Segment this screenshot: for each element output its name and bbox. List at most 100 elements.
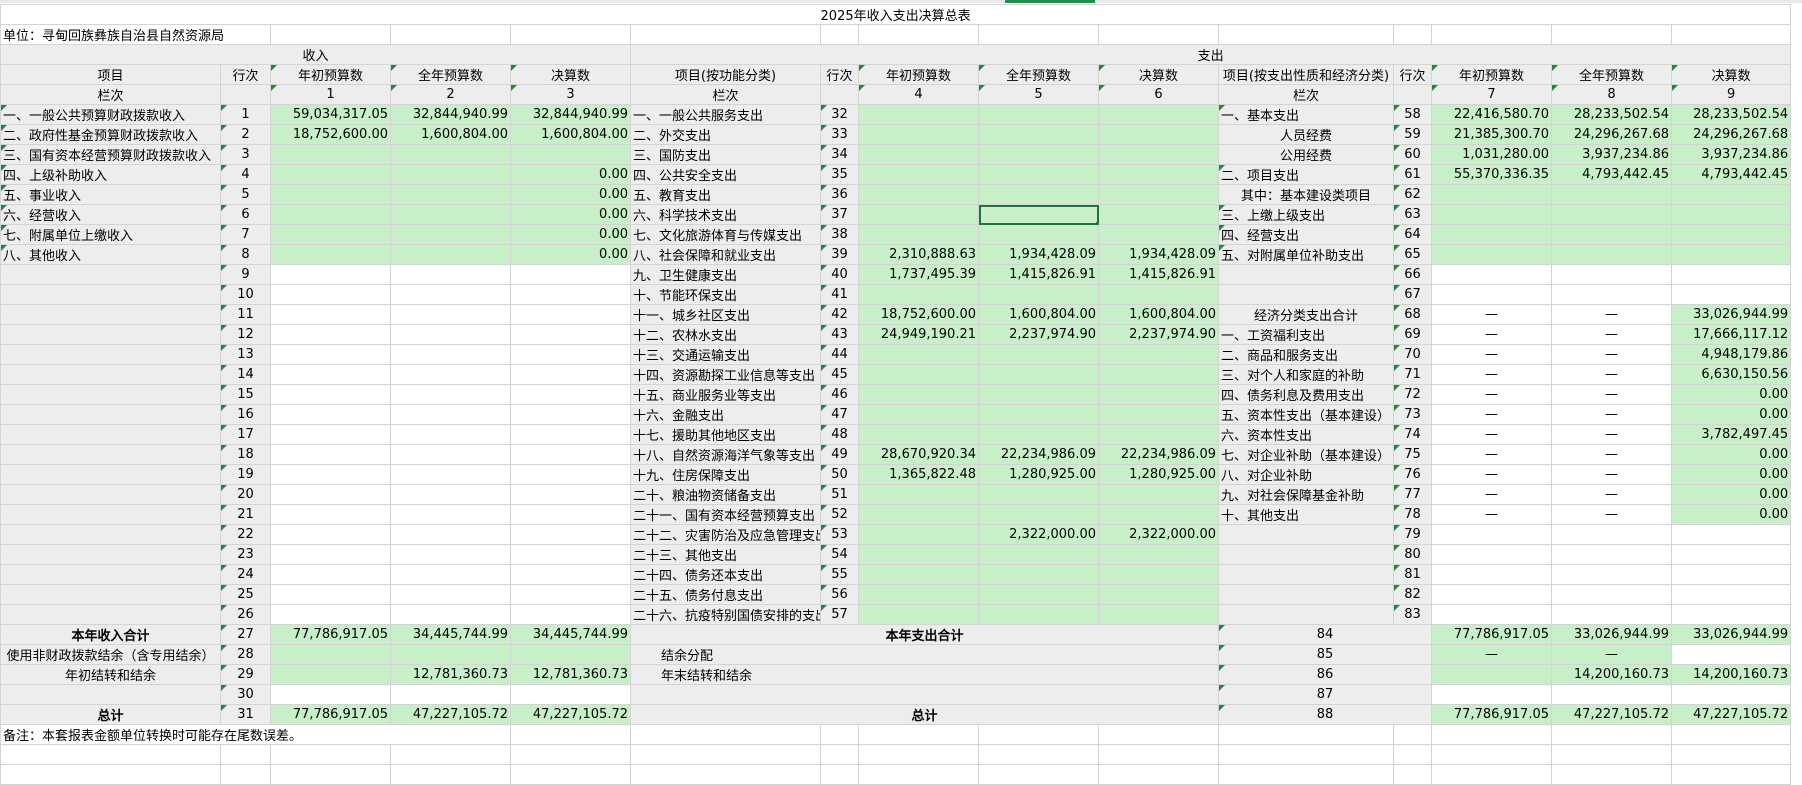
income-value-a[interactable] — [270, 184, 391, 205]
econ-value-c[interactable]: 6,630,150.56 — [1670, 364, 1792, 385]
income-col-number[interactable]: 3 — [510, 84, 631, 105]
econ-value-b[interactable]: 3,937,234.86 — [1551, 144, 1672, 165]
econ-value-a[interactable]: — — [1431, 364, 1552, 385]
econ-value-a[interactable]: 22,416,580.70 — [1431, 104, 1552, 125]
func-value-c[interactable] — [1098, 364, 1219, 385]
income-value-a[interactable] — [270, 424, 391, 445]
summary-expense-out_a[interactable]: 77,786,917.05 — [1431, 624, 1552, 645]
econ-item-name[interactable]: 二、商品和服务支出 — [1218, 344, 1394, 365]
grid-cell[interactable] — [630, 24, 821, 45]
summary-expense-out_a[interactable]: — — [1431, 644, 1552, 665]
econ-value-a[interactable]: — — [1431, 304, 1552, 325]
econ-item-name[interactable]: 其中：基本建设类项目 — [1218, 184, 1394, 205]
income-item-name[interactable]: 一、一般公共预算财政拨款收入 — [0, 104, 221, 125]
summary-expense-out_a[interactable] — [1431, 664, 1552, 685]
func-value-c[interactable]: 1,600,804.00 — [1098, 304, 1219, 325]
grid-cell[interactable] — [858, 24, 979, 45]
income-row-no[interactable]: 8 — [220, 244, 271, 265]
econ-item-name[interactable] — [1218, 584, 1394, 605]
func-item-name[interactable]: 二、外交支出 — [630, 124, 821, 145]
econ-value-a[interactable]: 1,031,280.00 — [1431, 144, 1552, 165]
func-value-a[interactable] — [858, 404, 979, 425]
func-item-name[interactable]: 十三、交通运输支出 — [630, 344, 821, 365]
func-row-no[interactable]: 53 — [820, 524, 859, 545]
income-item-name[interactable] — [0, 344, 221, 365]
func-value-c[interactable] — [1098, 224, 1219, 245]
econ-row-no[interactable]: 58 — [1393, 104, 1432, 125]
income-value-b[interactable] — [390, 244, 511, 265]
func-row-no[interactable]: 35 — [820, 164, 859, 185]
func-row-no[interactable]: 56 — [820, 584, 859, 605]
grid-cell[interactable] — [1098, 24, 1219, 45]
grid-cell[interactable] — [858, 744, 979, 765]
econ-value-c[interactable]: 3,937,234.86 — [1670, 144, 1792, 165]
func-value-c[interactable] — [1098, 384, 1219, 405]
income-value-a[interactable] — [270, 404, 391, 425]
income-row-no[interactable]: 2 — [220, 124, 271, 145]
econ-item-name[interactable]: 五、资本性支出（基本建设） — [1218, 404, 1394, 425]
func-value-c[interactable] — [1098, 584, 1219, 605]
summary-income-row-no[interactable]: 27 — [220, 624, 271, 645]
func-row-no[interactable]: 49 — [820, 444, 859, 465]
econ-item-name[interactable] — [1218, 544, 1394, 565]
econ-item-name[interactable]: 二、项目支出 — [1218, 164, 1394, 185]
income-value-c[interactable]: 32,844,940.99 — [510, 104, 631, 125]
income-value-a[interactable] — [270, 284, 391, 305]
income-value-c[interactable] — [510, 564, 631, 585]
income-row-no[interactable]: 19 — [220, 464, 271, 485]
grid-cell[interactable] — [1218, 764, 1394, 785]
income-value-a[interactable] — [270, 444, 391, 465]
func-value-b[interactable] — [978, 404, 1099, 425]
func-value-c[interactable] — [1098, 604, 1219, 625]
grid-cell[interactable] — [220, 764, 271, 785]
func-value-a[interactable]: 1,737,495.39 — [858, 264, 979, 285]
summary-expense-out_b[interactable]: 33,026,944.99 — [1551, 624, 1672, 645]
income-value-c[interactable] — [510, 444, 631, 465]
income-value-b[interactable] — [390, 164, 511, 185]
econ-value-a[interactable]: — — [1431, 484, 1552, 505]
summary-income-row-no[interactable]: 31 — [220, 704, 271, 725]
econ-value-c[interactable] — [1670, 284, 1792, 305]
income-value-a[interactable] — [270, 204, 391, 225]
income-row-no[interactable]: 18 — [220, 444, 271, 465]
grid-cell[interactable] — [270, 764, 391, 785]
func-item-name[interactable]: 八、社会保障和就业支出 — [630, 244, 821, 265]
summary-expense-out_c[interactable] — [1670, 684, 1792, 705]
summary-expense-row-no[interactable]: 88 — [1218, 704, 1432, 725]
header-lanci[interactable]: 栏次 — [630, 84, 821, 105]
func-item-name[interactable]: 二十二、灾害防治及应急管理支出 — [630, 524, 821, 545]
summary-income-name[interactable] — [0, 684, 221, 705]
econ-row-no[interactable]: 75 — [1393, 444, 1432, 465]
income-row-no[interactable]: 25 — [220, 584, 271, 605]
func-row-no[interactable]: 48 — [820, 424, 859, 445]
econ-value-c[interactable]: 0.00 — [1670, 384, 1792, 405]
econ-value-b[interactable]: — — [1551, 424, 1672, 445]
econ-value-a[interactable]: — — [1431, 344, 1552, 365]
func-row-no[interactable]: 42 — [820, 304, 859, 325]
grid-cell[interactable] — [1218, 724, 1394, 745]
econ-item-name[interactable]: 十、其他支出 — [1218, 504, 1394, 525]
func-value-b[interactable]: 1,280,925.00 — [978, 464, 1099, 485]
func-item-name[interactable]: 二十六、抗疫特别国债安排的支出 — [630, 604, 821, 625]
header-col_final[interactable]: 决算数 — [510, 64, 631, 85]
income-item-name[interactable] — [0, 304, 221, 325]
econ-value-c[interactable] — [1670, 564, 1792, 585]
func-row-no[interactable]: 55 — [820, 564, 859, 585]
econ-item-name[interactable] — [1218, 284, 1394, 305]
func-value-a[interactable] — [858, 124, 979, 145]
econ-value-b[interactable]: 4,793,442.45 — [1551, 164, 1672, 185]
func-value-a[interactable] — [858, 544, 979, 565]
income-value-a[interactable] — [270, 604, 391, 625]
income-row-no[interactable]: 6 — [220, 204, 271, 225]
income-value-b[interactable] — [390, 184, 511, 205]
income-row-no[interactable]: 15 — [220, 384, 271, 405]
income-item-name[interactable]: 七、附属单位上缴收入 — [0, 224, 221, 245]
econ-item-name[interactable]: 三、上缴上级支出 — [1218, 204, 1394, 225]
grid-cell[interactable] — [978, 24, 1099, 45]
summary-expense-row-no[interactable]: 87 — [1218, 684, 1432, 705]
summary-income-in_c[interactable] — [510, 684, 631, 705]
func-item-name[interactable]: 二十三、其他支出 — [630, 544, 821, 565]
func-item-name[interactable]: 四、公共安全支出 — [630, 164, 821, 185]
grid-cell[interactable] — [1551, 764, 1672, 785]
econ-item-name[interactable]: 四、经营支出 — [1218, 224, 1394, 245]
